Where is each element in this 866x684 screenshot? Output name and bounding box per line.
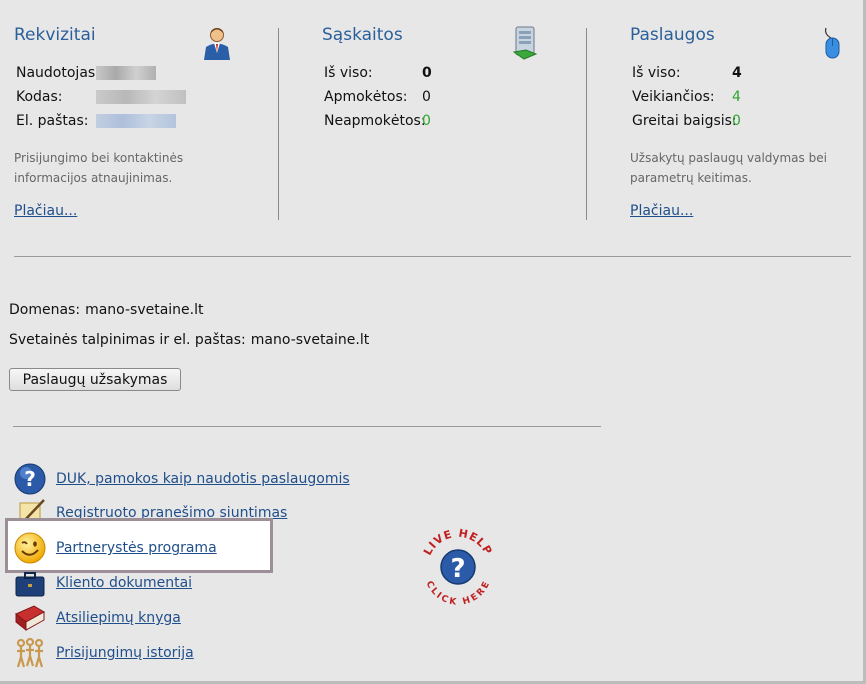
live-help-icon[interactable]: ? LIVE HELP CLICK HERE [418, 527, 498, 608]
email-label: El. paštas: [16, 113, 89, 129]
section-divider [14, 256, 851, 257]
client-documents-link[interactable]: Kliento dokumentai [56, 575, 192, 591]
invoices-unpaid-row: Neapmokėtos: 0 [324, 113, 431, 129]
order-services-button[interactable]: Paslaugų užsakymas [9, 368, 181, 391]
invoices-unpaid-value: 0 [422, 113, 431, 129]
rekvizitai-more-link[interactable]: Plačiau... [14, 203, 77, 219]
code-label: Kodas: [16, 89, 63, 105]
rekvizitai-description: Prisijungimo bei kontaktinės informacijo… [14, 151, 184, 185]
invoices-paid-value: 0 [422, 89, 431, 105]
code-value-redacted [96, 89, 186, 105]
user-label: Naudotojas: [16, 65, 100, 81]
feedback-book-link[interactable]: Atsiliepimų knyga [56, 610, 181, 626]
faq-link[interactable]: DUK, pamokos kaip naudotis paslaugomis [56, 471, 350, 487]
paslaugos-description: Užsakytų paslaugų valdymas bei parametrų… [630, 151, 827, 185]
paslaugos-title: Paslaugos [630, 25, 715, 45]
services-active-value: 4 [732, 89, 741, 105]
user-icon [202, 26, 232, 64]
panel-divider [586, 28, 587, 220]
hosting-label: Svetainės talpinimas ir el. paštas: [9, 332, 246, 348]
code-row: Kodas: [16, 89, 186, 105]
email-value-redacted [96, 113, 176, 129]
briefcase-icon [14, 567, 46, 599]
paslaugos-more-link[interactable]: Plačiau... [630, 203, 693, 219]
services-active-row: Veikiančios: 4 [632, 89, 741, 105]
book-icon [14, 602, 46, 634]
services-expiring-row: Greitai baigsis: 0 [632, 113, 741, 129]
email-row: El. paštas: [16, 113, 176, 129]
smiley-icon [14, 532, 46, 564]
rekvizitai-title: Rekvizitai [14, 25, 96, 45]
invoices-total-row: Iš viso: 0 [324, 65, 432, 81]
domain-label: Domenas: [9, 302, 81, 318]
help-icon: ? [14, 463, 46, 495]
people-icon [14, 637, 46, 669]
domain-value: mano-svetaine.lt [85, 302, 204, 318]
login-history-link[interactable]: Prisijungimų istorija [56, 645, 194, 661]
server-icon [512, 26, 538, 64]
svg-text:?: ? [450, 554, 465, 584]
user-value-redacted [96, 65, 156, 81]
panel-divider [278, 28, 279, 220]
hosting-value: mano-svetaine.lt [250, 332, 370, 348]
svg-text:?: ? [24, 467, 36, 491]
services-total-row: Iš viso: 4 [632, 65, 742, 81]
saskaitos-title: Sąskaitos [322, 25, 403, 45]
partnership-link[interactable]: Partnerystės programa [56, 540, 217, 556]
section-divider [13, 426, 601, 427]
domain-row: Domenas: mano-svetaine.lt [9, 302, 204, 318]
invoices-total-value: 0 [422, 65, 432, 81]
mouse-icon [822, 26, 842, 64]
hosting-row: Svetainės talpinimas ir el. paštas: mano-… [9, 332, 369, 348]
services-expiring-value: 0 [732, 113, 741, 129]
services-total-value: 4 [732, 65, 742, 81]
invoices-paid-row: Apmokėtos: 0 [324, 89, 431, 105]
user-row: Naudotojas: [16, 65, 156, 81]
